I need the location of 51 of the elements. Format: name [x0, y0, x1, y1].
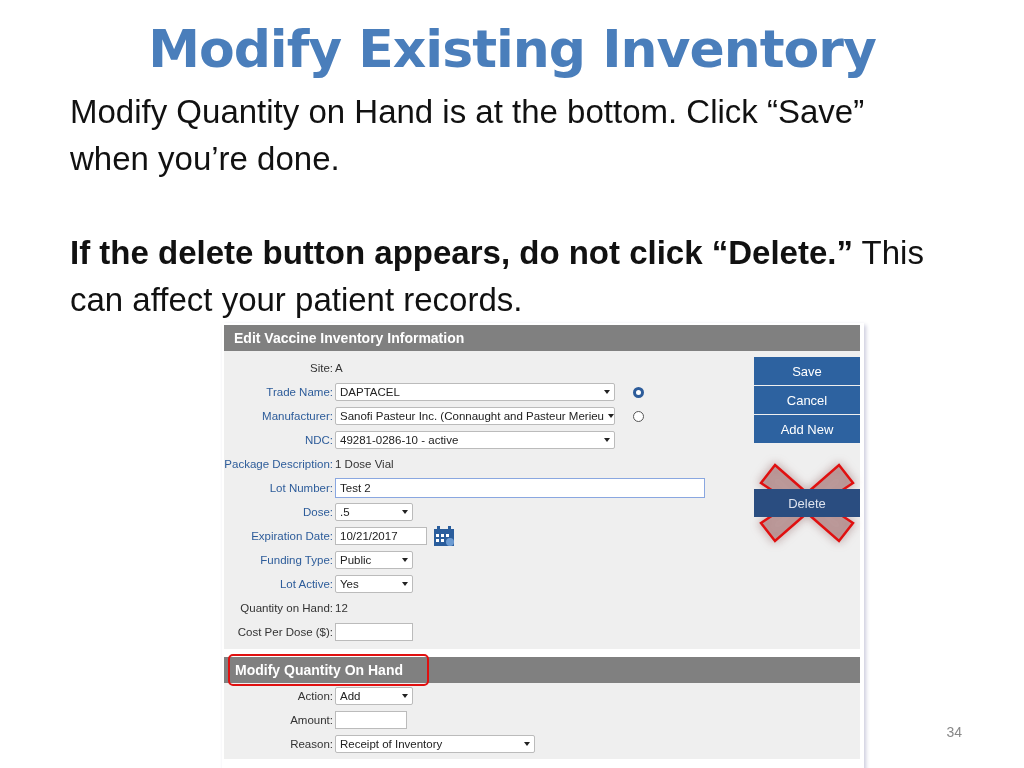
- radio-button[interactable]: [633, 410, 644, 422]
- caret-icon: [402, 694, 408, 698]
- dropdown[interactable]: Yes: [335, 575, 413, 593]
- section-title: Edit Vaccine Inventory Information: [233, 329, 466, 348]
- field-label: Reason:: [289, 738, 334, 750]
- dropdown[interactable]: Public: [335, 551, 413, 569]
- field-label: Action:: [296, 690, 334, 702]
- field-label: Cost Per Dose ($):: [236, 626, 334, 638]
- field-label: Package Description:: [224, 458, 334, 470]
- field-label: Amount:: [289, 714, 334, 726]
- action-button[interactable]: Cancel: [754, 386, 860, 414]
- input-field[interactable]: [335, 623, 413, 641]
- field-value: 1 Dose Vial: [335, 458, 394, 470]
- caret-icon: [524, 742, 530, 746]
- dropdown[interactable]: DAPTACEL: [335, 383, 615, 401]
- slide-title: Modify Existing Inventory: [147, 18, 877, 81]
- field-label: Expiration Date:: [250, 530, 334, 542]
- dropdown[interactable]: Sanofi Pasteur Inc. (Connaught and Pasteur Merieu: [335, 407, 615, 425]
- calendar-icon[interactable]: [433, 525, 455, 547]
- dropdown[interactable]: Add: [335, 687, 413, 705]
- section-title: Modify Quantity On Hand: [228, 654, 429, 686]
- field-label: Site:: [309, 362, 334, 374]
- input-field[interactable]: 10/21/2017: [335, 527, 427, 545]
- caret-icon: [402, 582, 408, 586]
- caret-icon: [604, 390, 610, 394]
- field-label: NDC:: [303, 434, 334, 446]
- field-label: Dose:: [301, 506, 334, 518]
- caret-icon: [402, 558, 408, 562]
- dropdown[interactable]: .5: [335, 503, 413, 521]
- field-label: Manufacturer:: [261, 410, 334, 422]
- field-label: Lot Active:: [278, 578, 334, 590]
- body-paragraph: If the delete button appears, do not click “Delete.” This can affect your patient records.: [70, 233, 925, 320]
- body-paragraph: Modify Quantity on Hand is at the bottom. Click “Save” when you’re done.: [70, 92, 866, 179]
- action-button[interactable]: Add New: [754, 415, 860, 443]
- field-label: Quantity on Hand:: [239, 602, 334, 614]
- field-label: Trade Name:: [265, 386, 334, 398]
- caret-icon: [608, 414, 614, 418]
- input-field[interactable]: [335, 711, 407, 729]
- dropdown[interactable]: 49281-0286-10 - active: [335, 431, 615, 449]
- action-button[interactable]: Save: [754, 357, 860, 385]
- field-value: A: [335, 362, 343, 374]
- caret-icon: [402, 510, 408, 514]
- dropdown[interactable]: Receipt of Inventory: [335, 735, 535, 753]
- field-value: 12: [335, 602, 348, 614]
- field-label: Funding Type:: [259, 554, 334, 566]
- field-label: Lot Number:: [268, 482, 334, 494]
- radio-button[interactable]: [633, 386, 644, 398]
- input-field[interactable]: Test 2: [335, 478, 705, 498]
- page-number: 34: [946, 724, 962, 740]
- caret-icon: [604, 438, 610, 442]
- action-button[interactable]: Delete: [754, 489, 860, 517]
